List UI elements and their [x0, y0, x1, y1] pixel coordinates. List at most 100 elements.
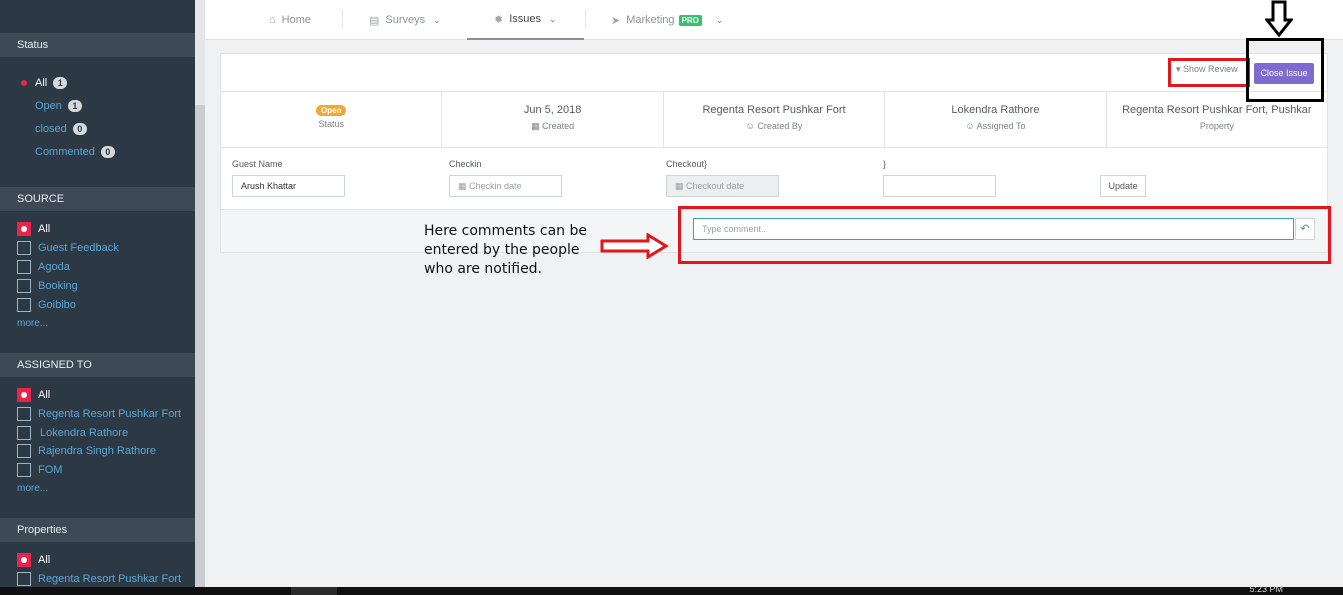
scrollbar-thumb[interactable]	[195, 0, 205, 105]
extra-field-input[interactable]	[883, 175, 996, 197]
count-badge: 1	[67, 100, 82, 112]
property-filter-regenta[interactable]: Regenta Resort Pushkar Fort	[17, 570, 181, 587]
checkbox-label: All	[38, 554, 51, 566]
checkout-label: Checkout}	[666, 159, 708, 169]
annotation-arrow-icon	[600, 233, 669, 259]
home-icon: ⌂	[269, 14, 276, 26]
checkbox-label: Agoda	[38, 261, 70, 273]
checkbox-label: Regenta Resort Pushkar Fort	[38, 573, 182, 585]
active-dot-icon	[21, 80, 27, 86]
document-icon: ▤	[369, 14, 380, 27]
status-filter-open[interactable]: Open 1	[17, 97, 82, 115]
sidebar-scrollbar[interactable]	[195, 0, 205, 587]
chevron-down-icon: ⌄	[549, 13, 557, 24]
source-header: SOURCE	[0, 187, 195, 211]
status-filter-label: closed	[35, 123, 67, 135]
checkbox[interactable]	[17, 241, 31, 255]
checkin-date-input[interactable]: ▦ Checkin date	[449, 175, 562, 197]
taskbar-app[interactable]	[291, 587, 337, 595]
calendar-icon: ▦	[458, 181, 467, 191]
checkbox[interactable]	[17, 298, 31, 312]
checkbox[interactable]	[17, 463, 31, 477]
chevron-down-icon: ⌄	[715, 14, 724, 25]
checkbox[interactable]	[17, 426, 31, 440]
assigned-filter-regenta[interactable]: Regenta Resort Pushkar Fort	[17, 405, 181, 423]
nav-issues[interactable]: ✹ Issues ⌄	[467, 0, 584, 40]
nav-divider	[585, 10, 586, 28]
info-created-by: Regenta Resort Pushkar Fort ☺ Created By	[664, 92, 886, 147]
calendar-icon: ▦	[531, 121, 540, 131]
checkbox-label: Booking	[38, 280, 78, 292]
checkbox-checked[interactable]	[17, 222, 31, 236]
checkbox-checked[interactable]	[17, 388, 31, 402]
nav-home[interactable]: ⌂ Home	[269, 0, 311, 40]
checkbox-label: FOM	[38, 464, 63, 476]
guest-name-input[interactable]: Arush Khattar	[232, 175, 345, 197]
info-label: Status	[318, 119, 344, 129]
source-filter-goibibo[interactable]: Goibibo	[17, 296, 76, 314]
status-filter-label: Open	[35, 100, 62, 112]
count-badge: 0	[72, 123, 87, 135]
top-navigation: ⌂ Home ▤ Surveys ⌄ ✹ Issues ⌄ ➤ Marketin…	[205, 0, 1343, 40]
property-filter-all[interactable]: All	[17, 551, 50, 569]
os-taskbar: 5:23 PM	[0, 584, 1343, 595]
extra-field-label: }	[883, 159, 887, 169]
bug-icon: ✹	[494, 13, 504, 26]
assigned-filter-rajendra[interactable]: Rajendra Singh Rathore	[17, 442, 156, 460]
assigned-to-header: ASSIGNED TO	[0, 353, 195, 377]
pro-badge: PRO	[678, 14, 702, 26]
info-value: Lokendra Rathore	[951, 104, 1040, 116]
annotation-highlight-box	[1168, 58, 1250, 87]
guest-form-row: Guest Name Arush Khattar Checkin ▦ Check…	[221, 148, 1327, 210]
source-more-link[interactable]: more...	[17, 318, 48, 329]
status-filter-label: Commented	[35, 146, 95, 158]
assigned-filter-lokendra[interactable]: Lokendra Rathore	[17, 424, 128, 442]
annotation-highlight-box	[678, 206, 1331, 264]
assigned-filter-all[interactable]: All	[17, 386, 50, 404]
checkbox-label: Rajendra Singh Rathore	[38, 445, 157, 457]
nav-surveys-label: Surveys	[385, 14, 426, 26]
info-value: Jun 5, 2018	[523, 104, 582, 116]
info-label: Created By	[757, 121, 803, 131]
info-label: Created	[542, 121, 575, 131]
info-label: Assigned To	[976, 121, 1026, 131]
checkbox[interactable]	[17, 279, 31, 293]
assigned-more-link[interactable]: more...	[17, 483, 48, 494]
checkbox[interactable]	[17, 260, 31, 274]
taskbar-clock: 5:23 PM	[1249, 584, 1283, 594]
checkbox-checked[interactable]	[17, 553, 31, 567]
assigned-filter-fom[interactable]: FOM	[17, 461, 62, 479]
nav-marketing[interactable]: ➤ Marketing PRO ⌄	[611, 0, 723, 40]
source-filter-all[interactable]: All	[17, 220, 50, 238]
source-filter-agoda[interactable]: Agoda	[17, 258, 70, 276]
checkbox[interactable]	[17, 572, 31, 586]
chevron-down-icon: ⌄	[433, 14, 441, 25]
checkout-placeholder: Checkout date	[686, 181, 745, 191]
count-badge: 0	[100, 146, 115, 158]
annotation-note: Here comments can be entered by the peop…	[424, 223, 588, 277]
count-badge: 1	[53, 77, 68, 89]
user-icon: ☺	[965, 121, 975, 131]
annotation-down-arrow-icon	[1265, 0, 1293, 38]
status-filter-closed[interactable]: closed 0	[17, 120, 87, 138]
annotation-highlight-box	[1246, 38, 1324, 102]
checkout-date-input[interactable]: ▦ Checkout date	[666, 175, 779, 197]
checkbox-label: Guest Feedback	[38, 242, 119, 254]
status-header: Status	[0, 33, 195, 57]
checkbox-label: Regenta Resort Pushkar Fort	[38, 408, 182, 420]
nav-surveys[interactable]: ▤ Surveys ⌄	[369, 0, 441, 40]
info-assigned-to: Lokendra Rathore ☺ Assigned To	[885, 92, 1107, 147]
status-filter-commented[interactable]: Commented 0	[17, 143, 115, 161]
info-value: Regenta Resort Pushkar Fort	[702, 104, 846, 116]
source-filter-booking[interactable]: Booking	[17, 277, 78, 295]
checkbox[interactable]	[17, 407, 31, 421]
status-filter-all[interactable]: All 1	[17, 74, 68, 92]
info-label: Property	[1199, 121, 1234, 131]
checkbox[interactable]	[17, 444, 31, 458]
update-button[interactable]: Update	[1100, 175, 1146, 197]
source-filter-guest-feedback[interactable]: Guest Feedback	[17, 239, 119, 257]
rocket-icon: ➤	[611, 14, 621, 27]
info-status: Open Status	[221, 92, 443, 147]
properties-header: Properties	[0, 518, 195, 542]
nav-issues-label: Issues	[509, 13, 542, 25]
